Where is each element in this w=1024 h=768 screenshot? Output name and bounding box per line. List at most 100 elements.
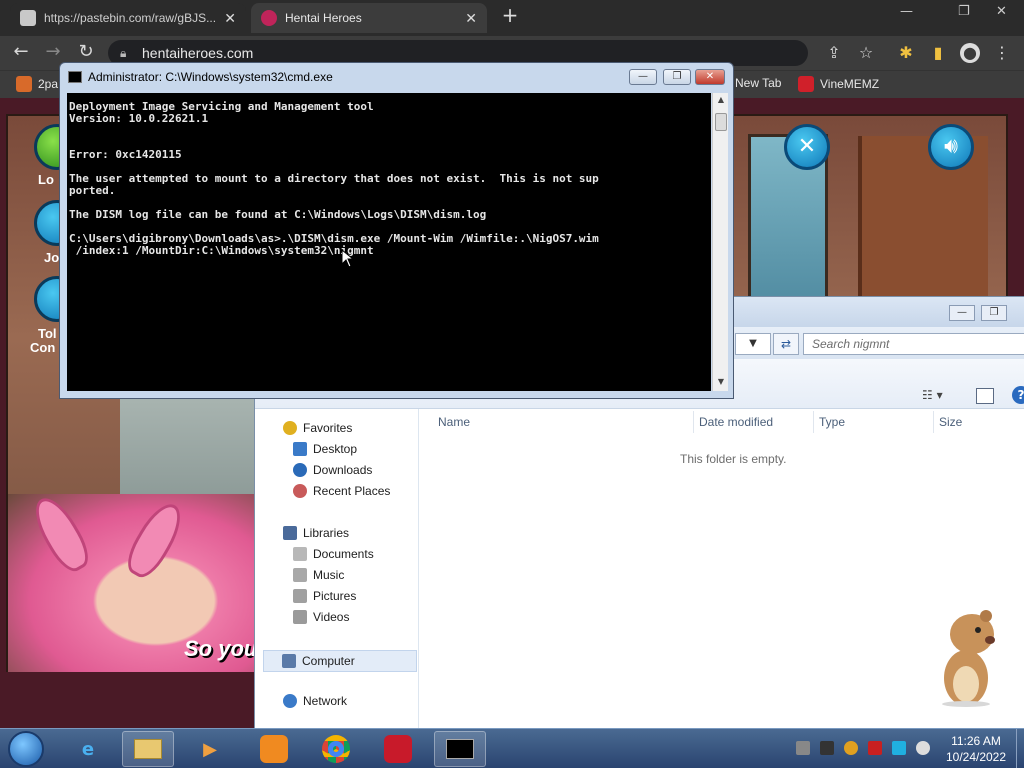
tray-app-icon[interactable]: [796, 741, 810, 755]
column-divider: [933, 411, 934, 433]
nav-videos[interactable]: Videos: [293, 610, 349, 624]
nav-label: Network: [303, 694, 348, 708]
fullscreen-icon[interactable]: ✕: [784, 124, 830, 170]
tray-monitor-icon[interactable]: [892, 741, 906, 755]
side-label-3: Tol: [38, 326, 57, 341]
tab-hentai-heroes[interactable]: Hentai Heroes ✕: [251, 3, 487, 33]
bookmark-icon: [16, 76, 32, 92]
hentai-heroes-favicon-icon: [261, 10, 277, 26]
extensions-icon[interactable]: ✱: [896, 43, 916, 63]
help-icon[interactable]: ?: [1012, 386, 1024, 404]
refresh-icon[interactable]: ⇄: [773, 333, 799, 355]
cmd-taskbar-icon[interactable]: [434, 731, 486, 767]
nav-downloads[interactable]: Downloads: [293, 463, 372, 477]
scroll-up-icon[interactable]: ▲: [715, 95, 727, 104]
cmd-title: Administrator: C:\Windows\system32\cmd.e…: [88, 70, 333, 84]
back-icon[interactable]: ←: [10, 42, 32, 64]
column-date-modified[interactable]: Date modified: [699, 415, 773, 429]
column-size[interactable]: Size: [939, 415, 962, 429]
nav-music[interactable]: Music: [293, 568, 344, 582]
bookmark-2pa[interactable]: 2pa: [16, 76, 58, 92]
maximize-icon[interactable]: ❐: [663, 69, 691, 85]
minimize-icon[interactable]: —: [900, 4, 913, 19]
cmd-window: Administrator: C:\Windows\system32\cmd.e…: [59, 62, 734, 399]
music-icon: [293, 568, 307, 582]
new-tab-icon[interactable]: +: [498, 4, 522, 28]
star-icon: [283, 421, 297, 435]
chrome-icon[interactable]: [310, 731, 362, 767]
computer-icon: [282, 654, 296, 668]
nav-label: Downloads: [313, 463, 373, 477]
hamster-sticker: [942, 610, 995, 707]
bookmark-label: VineMEMZ: [820, 77, 880, 91]
nav-label: Documents: [313, 547, 374, 561]
nav-desktop[interactable]: Desktop: [293, 442, 357, 456]
nav-computer[interactable]: Computer: [263, 650, 417, 672]
scroll-down-icon[interactable]: ▼: [715, 377, 727, 386]
tab-pastebin[interactable]: https://pastebin.com/raw/gBJS... ✕: [10, 3, 246, 33]
maximize-icon[interactable]: ❐: [958, 4, 970, 19]
minimize-icon[interactable]: —: [949, 305, 975, 321]
column-divider: [693, 411, 694, 433]
vinememz-icon: [798, 76, 814, 92]
address-dropdown-icon[interactable]: ▼: [735, 333, 771, 355]
preview-pane-icon[interactable]: [976, 388, 994, 404]
column-name[interactable]: Name: [438, 415, 470, 429]
close-tab-icon[interactable]: ✕: [465, 10, 477, 27]
internet-explorer-icon[interactable]: e: [62, 731, 114, 767]
libraries-icon: [283, 526, 297, 540]
column-headers: Name Date modified Type Size: [420, 409, 1024, 435]
search-input[interactable]: Search nigmnt: [803, 333, 1024, 355]
console-output[interactable]: Deployment Image Servicing and Managemen…: [67, 93, 711, 391]
nav-label: Recent Places: [313, 484, 391, 498]
pictures-icon: [293, 589, 307, 603]
sound-icon[interactable]: 🔊︎: [928, 124, 974, 170]
profile-icon[interactable]: ●: [960, 43, 980, 63]
show-desktop-button[interactable]: [1016, 729, 1024, 768]
column-type[interactable]: Type: [819, 415, 845, 429]
maximize-icon[interactable]: ❐: [981, 305, 1007, 321]
clock-date: 10/24/2022: [945, 750, 1007, 764]
screen-recorder-icon[interactable]: [372, 731, 424, 767]
uc-browser-icon[interactable]: [248, 731, 300, 767]
pastebin-favicon-icon: [20, 10, 36, 26]
system-clock[interactable]: 11:26 AM 10/24/2022: [938, 733, 1014, 765]
tab-title: Hentai Heroes: [285, 11, 362, 25]
forward-icon[interactable]: →: [42, 42, 64, 64]
nav-favorites[interactable]: Favorites: [283, 421, 352, 435]
start-button[interactable]: [8, 731, 44, 767]
nav-recent-places[interactable]: Recent Places: [293, 484, 390, 498]
bookmark-label: 2pa: [38, 77, 59, 91]
close-icon[interactable]: ✕: [695, 69, 725, 85]
file-explorer-icon[interactable]: [122, 731, 174, 767]
tray-search-icon[interactable]: [844, 741, 858, 755]
media-player-icon[interactable]: ▶: [184, 731, 236, 767]
bookmark-new-tab[interactable]: New Tab: [735, 76, 781, 90]
nav-pictures[interactable]: Pictures: [293, 589, 356, 603]
dialog-text: So you: [184, 636, 258, 661]
bookmark-label: New Tab: [735, 76, 782, 90]
tray-flag-icon[interactable]: [868, 741, 882, 755]
nav-documents[interactable]: Documents: [293, 547, 374, 561]
downloads-icon: [293, 463, 307, 477]
side-label-1: Lo: [38, 172, 54, 187]
reload-icon[interactable]: ↻: [75, 42, 97, 64]
console-scrollbar[interactable]: ▲ ▼: [712, 93, 728, 391]
tray-tool-icon[interactable]: [820, 741, 834, 755]
bookmark-vinememz[interactable]: VineMEMZ: [798, 76, 879, 92]
nav-network[interactable]: Network: [283, 694, 347, 708]
scrollbar-thumb[interactable]: [715, 113, 727, 131]
menu-icon[interactable]: ⋮: [992, 43, 1012, 63]
navigation-pane: Favorites Desktop Downloads Recent Place…: [255, 409, 419, 733]
bookmark-star-icon[interactable]: ☆: [856, 43, 876, 63]
change-view-icon[interactable]: ☷ ▾: [922, 388, 943, 402]
minimize-icon[interactable]: —: [629, 69, 657, 85]
close-tab-icon[interactable]: ✕: [224, 10, 236, 27]
nav-libraries[interactable]: Libraries: [283, 526, 349, 540]
side-panel-icon[interactable]: ▮: [928, 43, 948, 63]
close-window-icon[interactable]: ✕: [996, 4, 1007, 19]
console-line: The DISM log file can be found at C:\Win…: [69, 208, 487, 221]
share-icon[interactable]: ⇪: [824, 43, 844, 63]
tray-volume-icon[interactable]: [916, 741, 930, 755]
